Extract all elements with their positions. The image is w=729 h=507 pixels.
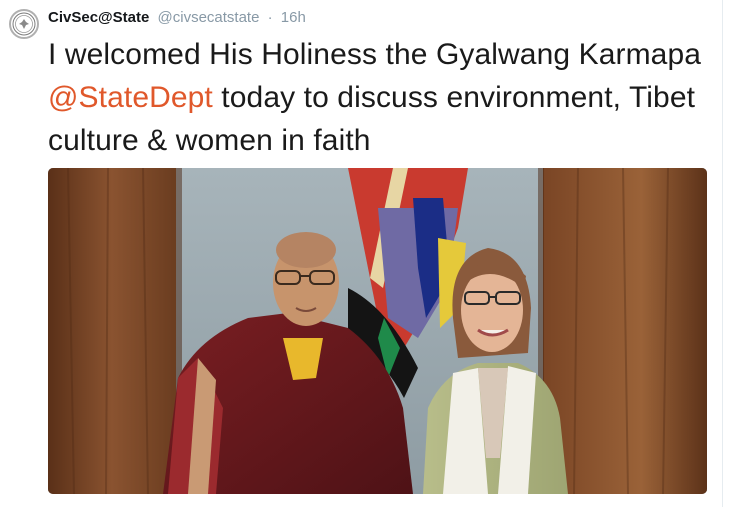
state-seal-icon bbox=[12, 12, 36, 36]
author-handle[interactable]: @civsecatstate bbox=[158, 9, 260, 26]
tweet-text: I welcomed His Holiness the Gyalwang Kar… bbox=[48, 33, 718, 162]
tweet-header: CivSec@State @civsecatstate · 16h bbox=[48, 8, 306, 28]
tweet-text-before: I welcomed His Holiness the Gyalwang Kar… bbox=[48, 38, 702, 71]
meta-separator: · bbox=[267, 9, 273, 26]
mention-link[interactable]: @StateDept bbox=[48, 81, 213, 114]
tweet-timestamp[interactable]: 16h bbox=[281, 9, 306, 26]
author-name[interactable]: CivSec@State bbox=[48, 9, 149, 26]
tweet-photo[interactable] bbox=[48, 168, 707, 494]
column-divider bbox=[722, 0, 723, 507]
avatar[interactable] bbox=[9, 9, 39, 39]
tweet-card[interactable]: CivSec@State @civsecatstate · 16h I welc… bbox=[0, 0, 729, 507]
photo-illustration bbox=[48, 168, 707, 494]
